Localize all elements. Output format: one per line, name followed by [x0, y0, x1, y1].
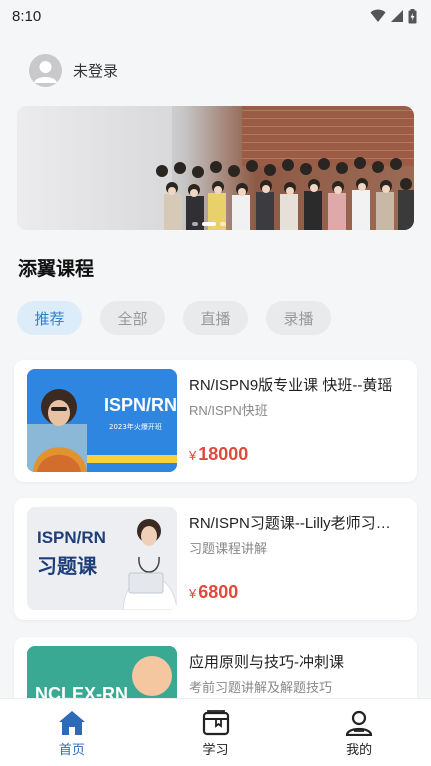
banner-pagination [192, 222, 226, 226]
course-card[interactable]: ISPN/RN 习题课 RN/ISPN习题课--Lilly老师习题课程讲解 习题… [14, 498, 417, 620]
thumbnail-title: ISPN/RN [104, 395, 177, 415]
banner-dot [220, 222, 226, 226]
filter-chip-all[interactable]: 全部 [100, 301, 165, 335]
course-thumbnail-art: ISPN/RN 习题课 [27, 507, 177, 610]
signal-icon [391, 10, 403, 22]
default-avatar-icon [34, 60, 57, 83]
section-title: 添翼课程 [18, 258, 95, 280]
price-value: 18000 [198, 444, 249, 464]
status-icons [370, 8, 417, 24]
thumbnail-caption: 2023年火爆开班 [109, 422, 162, 431]
status-time: 8:10 [12, 7, 42, 25]
tab-home[interactable]: 首页 [0, 699, 144, 766]
course-thumbnail: ISPN/RN 习题课 [27, 507, 177, 610]
course-title[interactable]: RN/ISPN习题课--Lilly老师习题课程讲解 [189, 512, 401, 533]
home-icon [58, 710, 85, 735]
banner-dot [192, 222, 198, 226]
banner-carousel[interactable] [17, 106, 414, 230]
tab-label: 学习 [202, 742, 229, 758]
tab-mine[interactable]: 我的 [287, 699, 431, 766]
course-title[interactable]: 应用原则与技巧-冲刺课 [189, 651, 401, 672]
course-thumbnail: ISPN/RN 2023年火爆开班 [27, 369, 177, 472]
course-title[interactable]: RN/ISPN9版专业课 快班--黄瑶 [189, 374, 401, 395]
login-status-text[interactable]: 未登录 [73, 60, 118, 81]
filter-chip-recorded[interactable]: 录播 [266, 301, 331, 335]
course-price: ¥18000 [189, 444, 248, 465]
course-subtitle: 考前习题讲解及解题技巧 [189, 680, 333, 695]
price-value: 6800 [198, 582, 239, 602]
course-subtitle: 习题课程讲解 [189, 541, 268, 556]
tab-label: 我的 [346, 742, 373, 758]
thumbnail-subtitle: 习题课 [37, 554, 98, 578]
wifi-icon [370, 9, 386, 22]
course-price: ¥6800 [189, 582, 238, 603]
course-subtitle: RN/ISPN快班 [189, 403, 268, 418]
filter-chip-live[interactable]: 直播 [183, 301, 248, 335]
avatar[interactable] [29, 53, 62, 87]
course-thumbnail-art: ISPN/RN 2023年火爆开班 [27, 369, 177, 472]
thumbnail-title: ISPN/RN [37, 528, 106, 547]
course-filter-tabs: 推荐 全部 直播 录播 [17, 301, 331, 335]
course-card[interactable]: ISPN/RN 2023年火爆开班 RN/ISPN9版专业课 快班--黄瑶 RN… [14, 360, 417, 482]
bottom-tab-bar: 首页 学习 我的 [0, 698, 431, 766]
person-icon [346, 710, 373, 736]
currency-symbol: ¥ [189, 586, 197, 601]
banner-dot-active [202, 222, 216, 226]
banner-group-photo [156, 157, 414, 230]
battery-icon [408, 8, 417, 23]
currency-symbol: ¥ [189, 448, 197, 463]
user-login-row[interactable]: 未登录 [0, 32, 431, 94]
status-bar: 8:10 [0, 0, 431, 32]
tab-study[interactable]: 学习 [144, 699, 288, 766]
filter-chip-recommended[interactable]: 推荐 [17, 301, 82, 335]
book-icon [202, 709, 229, 735]
tab-label: 首页 [58, 742, 85, 758]
